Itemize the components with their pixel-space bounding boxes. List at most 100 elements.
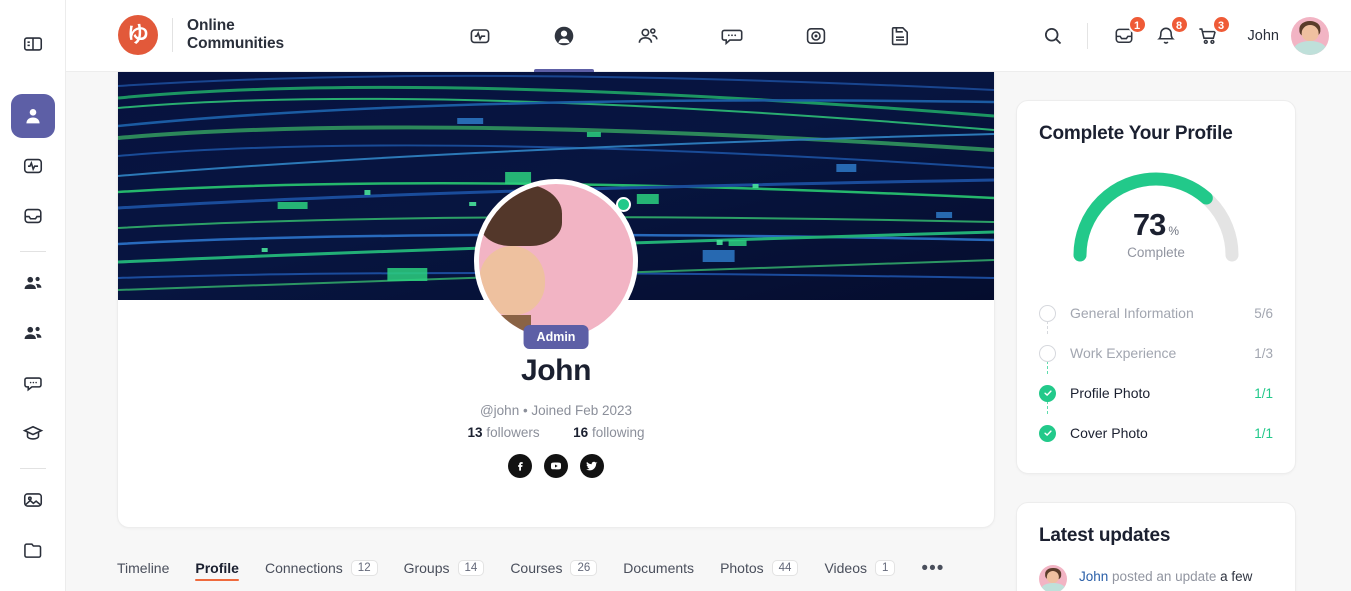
tab-connections[interactable]: Connections 12	[265, 545, 378, 591]
logo-glyph: ゆ	[126, 22, 149, 47]
sidebar-item-courses[interactable]	[11, 411, 55, 455]
profile-stats: 13 followers 16 following	[118, 425, 994, 440]
checklist-item-general-information[interactable]: General Information 5/6	[1039, 293, 1273, 334]
checklist-item-cover-photo[interactable]: Cover Photo 1/1	[1039, 413, 1273, 453]
checklist-label: Cover Photo	[1070, 425, 1148, 441]
tab-label: Profile	[195, 560, 239, 576]
sidebar-item-messages[interactable]	[11, 361, 55, 405]
connector-line	[1047, 361, 1049, 374]
tab-label: Photos	[720, 560, 764, 576]
inbox-button[interactable]: 1	[1106, 15, 1147, 54]
checklist-value: 1/1	[1254, 425, 1273, 441]
update-action: posted an update	[1112, 569, 1217, 584]
profile-meta: @john • Joined Feb 2023	[479, 403, 633, 418]
twitter-icon[interactable]	[580, 454, 604, 478]
top-header: ゆ Online Communities 1 8 3 John	[66, 0, 1351, 72]
tab-count: 14	[457, 560, 485, 576]
followers-label: followers	[486, 425, 540, 440]
cart-button[interactable]: 3	[1190, 15, 1231, 54]
checklist-value: 1/1	[1254, 385, 1273, 401]
complete-profile-card: Complete Your Profile 73% Complete Gener…	[1016, 100, 1296, 474]
header-divider	[1086, 23, 1088, 49]
brand-divider	[172, 18, 173, 52]
sidebar-item-groups[interactable]	[11, 261, 55, 305]
circle-empty-icon	[1039, 304, 1056, 322]
brand[interactable]: ゆ Online Communities	[118, 15, 284, 55]
gauge-percent: 73	[1132, 207, 1166, 242]
inbox-badge: 1	[1127, 15, 1147, 34]
tab-photos[interactable]: Photos 44	[720, 545, 799, 591]
update-time: a few	[1220, 569, 1253, 584]
circle-empty-icon	[1039, 344, 1056, 362]
profile-avatar[interactable]	[474, 179, 638, 343]
sidebar-item-media[interactable]	[11, 478, 55, 522]
tab-videos[interactable]: Videos 1	[824, 545, 896, 591]
facebook-icon[interactable]	[508, 454, 532, 478]
tab-groups[interactable]: Groups 14	[404, 545, 485, 591]
checklist-label: General Information	[1070, 305, 1194, 321]
right-sidebar: Complete Your Profile 73% Complete Gener…	[1016, 100, 1296, 591]
brand-title: Online Communities	[187, 16, 285, 52]
checklist-value: 5/6	[1254, 305, 1273, 321]
tab-count: 44	[771, 560, 799, 576]
checklist-label: Work Experience	[1070, 345, 1177, 361]
avatar[interactable]	[1039, 565, 1067, 591]
sidebar-item-members[interactable]	[11, 311, 55, 355]
checklist-item-work-experience[interactable]: Work Experience 1/3	[1039, 333, 1273, 374]
nav-members[interactable]	[606, 0, 690, 72]
left-rail	[0, 0, 66, 591]
nav-messages[interactable]	[690, 0, 774, 72]
cart-badge: 3	[1211, 15, 1231, 34]
tab-label: Documents	[623, 560, 695, 576]
tab-timeline[interactable]: Timeline	[117, 545, 169, 591]
connector-line	[1047, 321, 1049, 334]
tab-profile[interactable]: Profile	[195, 545, 239, 591]
main-navigation	[438, 0, 942, 72]
search-button[interactable]	[1035, 18, 1071, 54]
tab-courses[interactable]: Courses 26	[510, 545, 598, 591]
sidebar-item-profile[interactable]	[10, 94, 55, 138]
tab-label: Connections	[264, 560, 343, 576]
online-status-dot	[616, 197, 631, 212]
completion-gauge: 73% Complete	[1039, 159, 1273, 277]
user-menu[interactable]: John	[1248, 17, 1329, 55]
brand-logo-icon: ゆ	[118, 15, 158, 55]
following-label: following	[591, 425, 645, 440]
profile-tabs: Timeline Profile Connections 12 Groups 1…	[117, 545, 995, 591]
tab-label: Timeline	[117, 560, 170, 576]
update-author[interactable]: John	[1079, 569, 1108, 584]
gauge-percent-unit: %	[1168, 224, 1180, 238]
completion-checklist: General Information 5/6 Work Experience …	[1039, 293, 1273, 453]
checklist-value: 1/3	[1254, 345, 1273, 361]
check-circle-icon	[1039, 384, 1056, 402]
tabs-more-button[interactable]: •••	[921, 559, 944, 578]
tab-documents[interactable]: Documents	[623, 545, 694, 591]
profile-card: Admin John @john • Joined Feb 2023 13 fo…	[117, 72, 995, 528]
social-links	[118, 454, 994, 478]
card-title: Complete Your Profile	[1039, 123, 1233, 144]
role-badge: Admin	[523, 325, 589, 349]
list-item[interactable]: John posted an update a few	[1039, 565, 1273, 591]
avatar[interactable]	[1291, 17, 1329, 55]
check-circle-icon	[1039, 424, 1056, 442]
nav-media[interactable]	[774, 0, 858, 72]
sidebar-item-inbox[interactable]	[11, 194, 55, 238]
notifications-badge: 8	[1169, 15, 1189, 34]
notifications-button[interactable]: 8	[1148, 15, 1189, 54]
sidebar-item-activity[interactable]	[11, 144, 55, 188]
nav-documents[interactable]	[858, 0, 942, 72]
tab-count: 26	[570, 560, 598, 576]
tab-label: Videos	[824, 560, 868, 576]
checklist-label: Profile Photo	[1070, 385, 1151, 401]
connector-line	[1047, 401, 1049, 414]
sidebar-item-documents[interactable]	[11, 528, 55, 572]
panel-toggle-icon[interactable]	[11, 22, 55, 66]
nav-activity[interactable]	[438, 0, 522, 72]
update-text: John posted an update a few	[1079, 565, 1252, 587]
checklist-item-profile-photo[interactable]: Profile Photo 1/1	[1039, 373, 1273, 414]
following-count: 16	[573, 425, 589, 440]
youtube-icon[interactable]	[544, 454, 568, 478]
tab-label: Courses	[510, 560, 563, 576]
nav-profile[interactable]	[522, 0, 606, 72]
page-title: John	[520, 354, 592, 387]
